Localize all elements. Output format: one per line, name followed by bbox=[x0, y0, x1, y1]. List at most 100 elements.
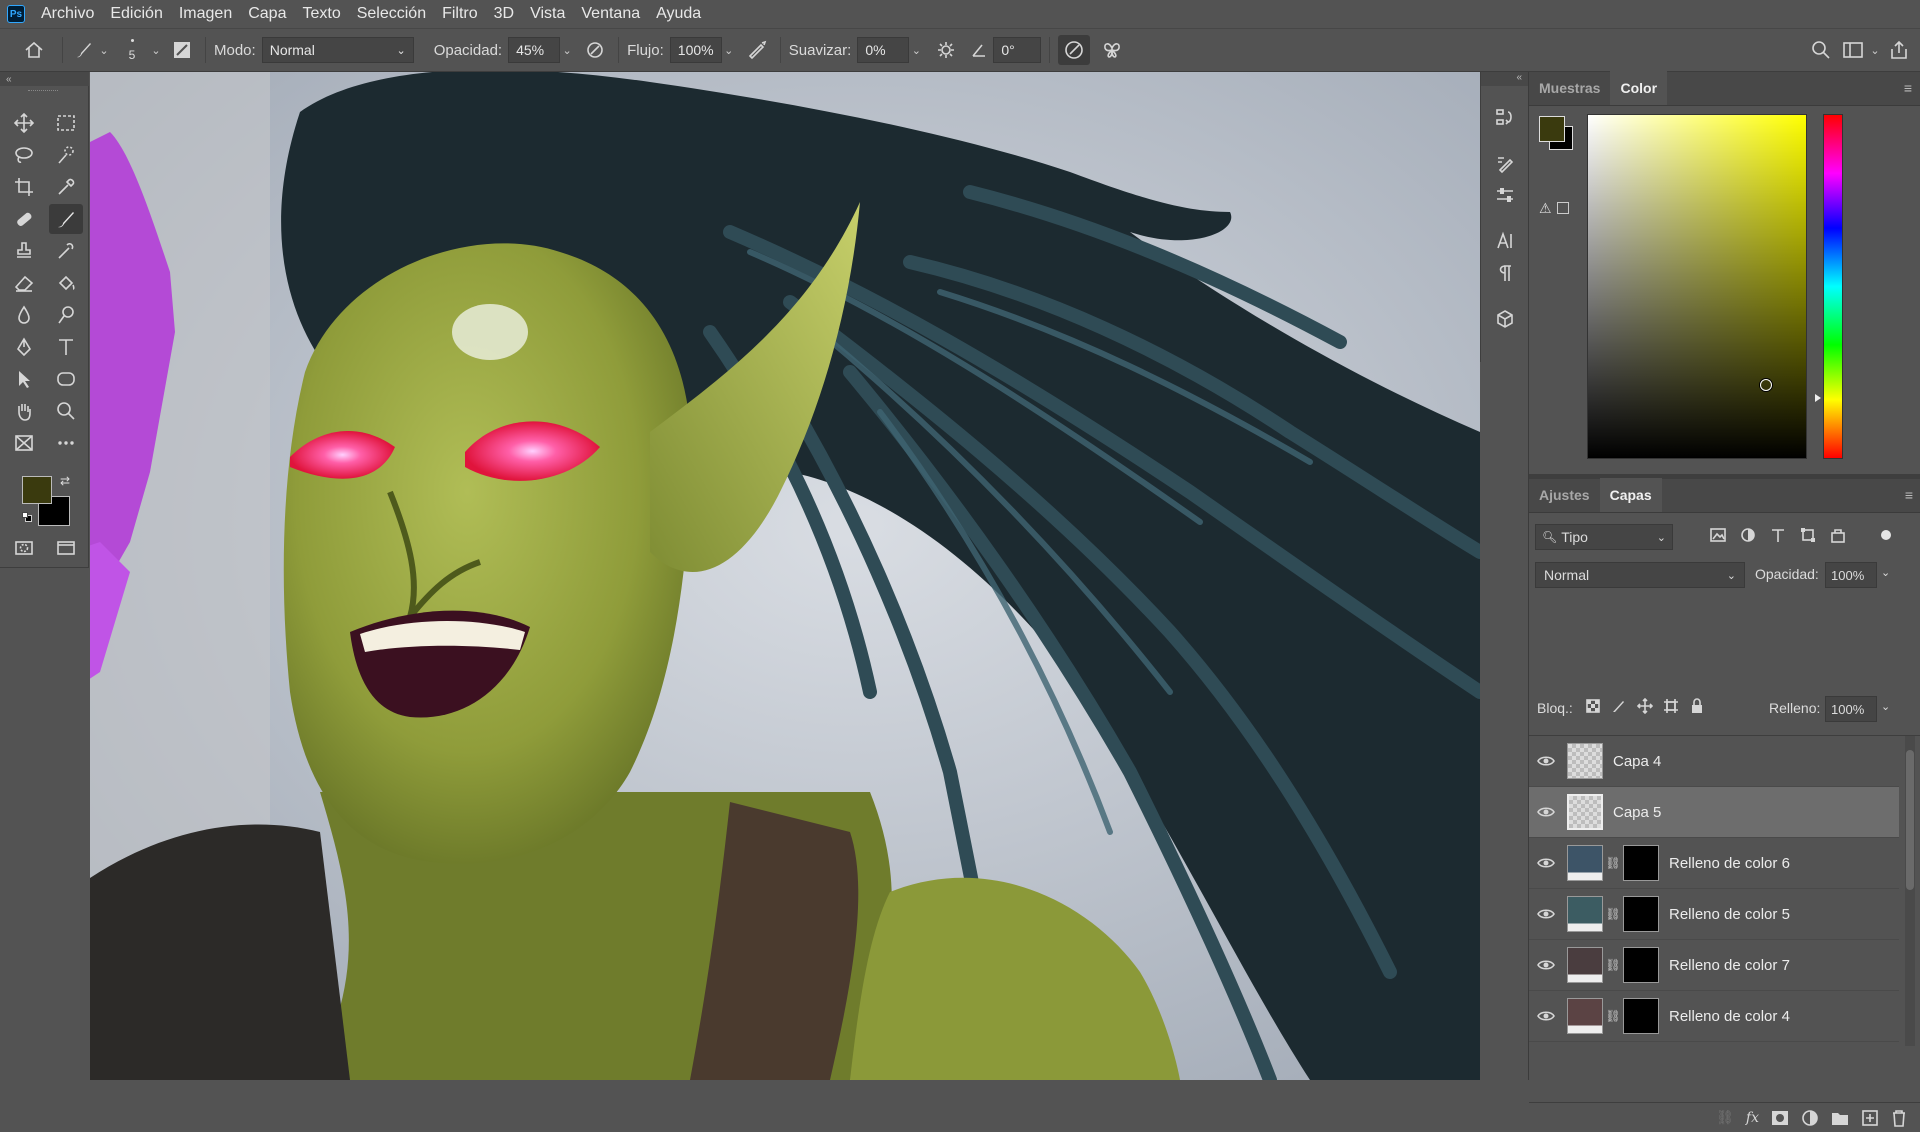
menu-texto[interactable]: Texto bbox=[294, 0, 348, 28]
hue-slider-handle-icon[interactable] bbox=[1815, 394, 1821, 402]
move-tool-icon[interactable] bbox=[7, 108, 41, 138]
layer-mask-thumbnail[interactable] bbox=[1623, 947, 1659, 983]
eyedropper-icon[interactable] bbox=[49, 172, 83, 202]
visibility-eye-icon[interactable] bbox=[1529, 959, 1563, 971]
panel-menu-icon[interactable]: ≡ bbox=[1896, 71, 1920, 105]
color-picker-cursor[interactable] bbox=[1760, 379, 1772, 391]
layer-name[interactable]: Relleno de color 5 bbox=[1669, 906, 1790, 923]
search-icon[interactable] bbox=[1804, 35, 1838, 65]
mask-link-chain-icon[interactable]: ⛓︎ bbox=[1603, 856, 1623, 870]
default-colors-icon[interactable] bbox=[22, 512, 32, 522]
frame-tool-icon[interactable] bbox=[7, 428, 41, 458]
layer-row-relleno-6[interactable]: ⛓︎ Relleno de color 6 bbox=[1529, 838, 1899, 889]
quick-mask-icon[interactable] bbox=[7, 533, 41, 563]
pressure-size-icon[interactable] bbox=[1058, 35, 1091, 65]
eraser-icon[interactable] bbox=[7, 268, 41, 298]
smoothing-slider-chevron-icon[interactable]: ⌄ bbox=[909, 37, 923, 63]
mask-link-chain-icon[interactable]: ⛓︎ bbox=[1603, 1009, 1623, 1023]
new-group-folder-icon[interactable] bbox=[1831, 1110, 1849, 1126]
lock-transparent-pixels-icon[interactable] bbox=[1585, 698, 1601, 714]
menu-capa[interactable]: Capa bbox=[240, 0, 294, 28]
adjustments-sliders-icon[interactable] bbox=[1490, 180, 1520, 210]
3d-panel-icon[interactable] bbox=[1490, 304, 1520, 334]
new-layer-icon[interactable] bbox=[1861, 1109, 1879, 1127]
angle-field[interactable]: 0° bbox=[993, 37, 1042, 63]
flow-slider-chevron-icon[interactable]: ⌄ bbox=[722, 37, 736, 63]
layer-name[interactable]: Relleno de color 7 bbox=[1669, 957, 1790, 974]
lock-image-pixels-icon[interactable] bbox=[1611, 698, 1627, 714]
add-mask-icon[interactable] bbox=[1771, 1110, 1789, 1126]
menu-edicion[interactable]: Edición bbox=[102, 0, 170, 28]
new-adjustment-layer-icon[interactable] bbox=[1801, 1109, 1819, 1127]
color-field-picker[interactable] bbox=[1587, 114, 1807, 459]
foreground-color-swatch[interactable] bbox=[22, 476, 52, 504]
quick-selection-icon[interactable] bbox=[49, 140, 83, 170]
dodge-tool-icon[interactable] bbox=[49, 300, 83, 330]
link-layers-icon[interactable]: ⛓︎ bbox=[1716, 1109, 1734, 1126]
layers-panel-menu-icon[interactable]: ≡ bbox=[1897, 478, 1920, 512]
gamut-swatch[interactable] bbox=[1557, 202, 1569, 214]
flow-field[interactable]: 100% bbox=[669, 37, 722, 63]
menu-seleccion[interactable]: Selección bbox=[349, 0, 434, 28]
healing-brush-icon[interactable] bbox=[7, 204, 41, 234]
color-panel-foreground-swatch[interactable] bbox=[1539, 116, 1565, 142]
layer-mask-thumbnail[interactable] bbox=[1623, 845, 1659, 881]
lock-position-icon[interactable] bbox=[1637, 698, 1653, 714]
mask-link-chain-icon[interactable]: ⛓︎ bbox=[1603, 907, 1623, 921]
rectangular-marquee-icon[interactable] bbox=[49, 108, 83, 138]
fill-chevron-icon[interactable]: ⌄ bbox=[1881, 700, 1890, 713]
tab-color[interactable]: Color bbox=[1610, 71, 1668, 105]
zoom-tool-icon[interactable] bbox=[49, 396, 83, 426]
filter-adjustment-icon[interactable] bbox=[1739, 526, 1757, 544]
opacity-field[interactable]: 45% bbox=[508, 37, 561, 63]
workspace-layout-icon[interactable] bbox=[1838, 35, 1868, 65]
document-canvas[interactable] bbox=[90, 72, 1480, 1080]
brush-settings-icon[interactable] bbox=[1490, 148, 1520, 178]
brush-size-chevron-down-icon[interactable]: ⌄ bbox=[149, 37, 163, 63]
layer-style-fx-icon[interactable]: fx bbox=[1746, 1110, 1759, 1126]
layer-name[interactable]: Relleno de color 4 bbox=[1669, 1008, 1790, 1025]
tab-muestras[interactable]: Muestras bbox=[1529, 71, 1610, 105]
blur-tool-icon[interactable] bbox=[7, 300, 41, 330]
filter-pixel-icon[interactable] bbox=[1709, 526, 1727, 544]
layer-opacity-field[interactable]: 100% bbox=[1825, 562, 1877, 588]
smoothing-field[interactable]: 0% bbox=[857, 37, 910, 63]
symmetry-butterfly-icon[interactable] bbox=[1096, 35, 1128, 65]
visibility-eye-icon[interactable] bbox=[1529, 908, 1563, 920]
filter-toggle-icon[interactable] bbox=[1881, 530, 1891, 540]
history-brush-icon[interactable] bbox=[49, 236, 83, 266]
share-icon[interactable] bbox=[1882, 35, 1916, 65]
delete-layer-trash-icon[interactable] bbox=[1891, 1109, 1907, 1127]
menu-vista[interactable]: Vista bbox=[522, 0, 573, 28]
brush-preset-chevron-down-icon[interactable]: ⌄ bbox=[97, 37, 111, 63]
layer-mask-thumbnail[interactable] bbox=[1623, 998, 1659, 1034]
airbrush-icon[interactable] bbox=[742, 35, 772, 65]
layer-row-relleno-4[interactable]: ⛓︎ Relleno de color 4 bbox=[1529, 991, 1899, 1042]
brush-size-picker[interactable]: 5 bbox=[115, 32, 149, 68]
layer-mask-thumbnail[interactable] bbox=[1623, 896, 1659, 932]
more-tools-icon[interactable] bbox=[49, 428, 83, 458]
mode-select[interactable]: Normal ⌄ bbox=[261, 37, 414, 63]
layer-opacity-chevron-icon[interactable]: ⌄ bbox=[1881, 566, 1890, 579]
paragraph-panel-icon[interactable] bbox=[1490, 258, 1520, 288]
home-icon[interactable] bbox=[14, 35, 54, 65]
toolbox-collapse-icon[interactable]: « bbox=[0, 72, 89, 86]
filter-shape-icon[interactable] bbox=[1799, 526, 1817, 544]
layer-name[interactable]: Capa 4 bbox=[1613, 753, 1661, 770]
lock-artboard-icon[interactable] bbox=[1663, 698, 1679, 714]
menu-3d[interactable]: 3D bbox=[486, 0, 522, 28]
swap-colors-icon[interactable]: ⇄ bbox=[60, 474, 70, 488]
lasso-tool-icon[interactable] bbox=[7, 140, 41, 170]
menu-filtro[interactable]: Filtro bbox=[434, 0, 486, 28]
layer-list-scrollbar[interactable] bbox=[1905, 736, 1915, 1046]
crop-tool-icon[interactable] bbox=[7, 172, 41, 202]
menu-imagen[interactable]: Imagen bbox=[171, 0, 240, 28]
menu-ayuda[interactable]: Ayuda bbox=[648, 0, 709, 28]
blend-mode-select[interactable]: Normal ⌄ bbox=[1535, 562, 1745, 588]
history-panel-icon[interactable] bbox=[1490, 102, 1520, 132]
tab-ajustes[interactable]: Ajustes bbox=[1529, 478, 1600, 512]
filter-type-icon[interactable] bbox=[1769, 526, 1787, 544]
visibility-eye-icon[interactable] bbox=[1529, 857, 1563, 869]
paint-bucket-icon[interactable] bbox=[49, 268, 83, 298]
opacity-slider-chevron-icon[interactable]: ⌄ bbox=[560, 37, 574, 63]
